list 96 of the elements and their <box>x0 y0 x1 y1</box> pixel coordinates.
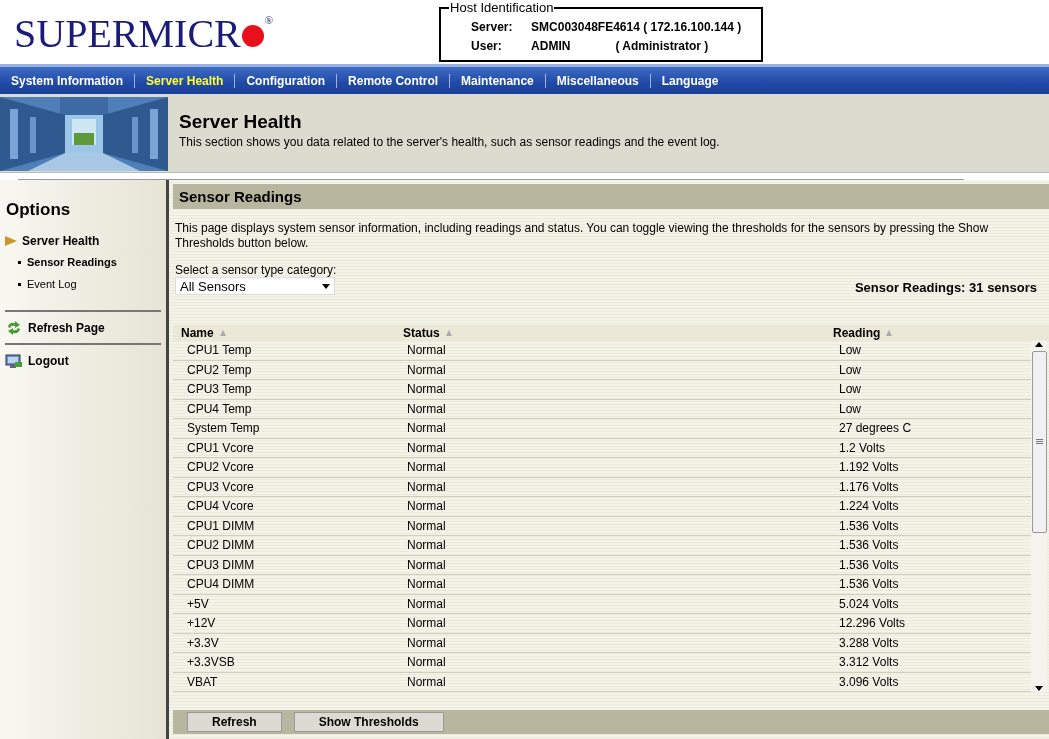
action-button[interactable]: Refresh <box>187 712 282 732</box>
table-cell-text: CPU4 DIMM <box>187 577 256 592</box>
table-cell-text: Normal <box>407 674 447 689</box>
table-cell-text: +3.3V <box>187 635 220 650</box>
sidebar-action[interactable]: Logout <box>5 353 69 369</box>
triangle-icon <box>5 235 17 247</box>
sidebar-section: Server Health <box>22 234 100 248</box>
table-cell-text: 1.176 Volts <box>839 479 900 494</box>
user-label: User: <box>471 39 503 53</box>
scrollbar[interactable] <box>1031 341 1047 692</box>
table-cell-text: CPU2 Temp <box>187 362 253 377</box>
table-cell-text: Normal <box>407 440 447 455</box>
sidebar-title: Options <box>6 200 72 220</box>
table-cell-text: +12V <box>187 616 217 631</box>
sort-icon <box>219 330 226 336</box>
table-cell-text: 3.096 Volts <box>839 674 900 689</box>
sidebar-action[interactable]: Refresh Page <box>5 320 105 336</box>
table-cell-text: Low <box>839 382 862 397</box>
menu-tab[interactable]: Maintenance <box>450 73 545 88</box>
table-cell-text: CPU1 Temp <box>187 343 253 358</box>
monitor-icon <box>5 353 23 369</box>
logo: SUPERMICR ® <box>14 14 274 54</box>
table-cell-text: +5V <box>187 596 210 611</box>
table-cell-text: Normal <box>407 557 447 572</box>
scroll-down-icon[interactable] <box>1035 686 1043 692</box>
table-cell-text: CPU4 Temp <box>187 401 253 416</box>
column-header[interactable]: Reading <box>833 326 1049 340</box>
table-cell-text: 1.536 Volts <box>839 577 900 592</box>
table-cell-text: CPU2 Vcore <box>187 460 255 475</box>
section-description: This section shows you data related to the server's health, such as sensor readings and the event log. <box>179 135 720 149</box>
section-title: Server Health <box>179 111 303 133</box>
action-button[interactable]: Show Thresholds <box>293 712 444 732</box>
table-cell-text: 1.192 Volts <box>839 460 900 475</box>
table-cell-text: System Temp <box>187 421 261 436</box>
column-header[interactable]: Name <box>181 326 403 340</box>
table-cell-text: Low <box>839 401 862 416</box>
user-value: ADMIN <box>531 39 571 53</box>
table-cell-text: Normal <box>407 499 447 514</box>
sensor-count: Sensor Readings: 31 sensors <box>854 280 1037 295</box>
server-value: SMC003048FE4614 ( 172.16.100.144 ) <box>531 20 743 34</box>
menu-tab[interactable]: Server Health <box>135 73 235 88</box>
table-cell-text: Normal <box>407 382 447 397</box>
sort-icon <box>445 330 452 336</box>
table-cell-text: Normal <box>407 343 447 358</box>
table-cell-text: 1.536 Volts <box>839 538 900 553</box>
table-cell-text: 1.2 Volts <box>839 440 887 455</box>
sidebar-link[interactable]: Event Log <box>18 276 77 292</box>
table-cell-text: Normal <box>407 362 447 377</box>
menu-tab[interactable]: Remote Control <box>337 73 450 88</box>
table-cell-text: 3.288 Volts <box>839 635 900 650</box>
table-cell-text: CPU1 DIMM <box>187 518 256 533</box>
table-cell-text: CPU4 Vcore <box>187 499 255 514</box>
table-cell-text: 1.536 Volts <box>839 518 900 533</box>
table-cell-text: CPU3 Vcore <box>187 479 255 494</box>
table-cell-text: 12.296 Volts <box>839 616 907 631</box>
refresh-icon <box>5 320 23 336</box>
table-cell-text: +3.3VSB <box>187 655 236 670</box>
table-cell-text: 1.224 Volts <box>839 499 900 514</box>
table-cell-text: Normal <box>407 401 447 416</box>
table-cell-text: Normal <box>407 655 447 670</box>
table-cell-text: 3.312 Volts <box>839 655 900 670</box>
caret-icon <box>322 283 330 289</box>
table-cell-text: 5.024 Volts <box>839 596 900 611</box>
grip-icon <box>1035 439 1043 444</box>
table-cell-text: Low <box>839 362 862 377</box>
table-cell-text: Normal <box>407 538 447 553</box>
table-cell-text: Normal <box>407 518 447 533</box>
table-cell-text: 27 degrees C <box>839 421 913 436</box>
table-cell-text: Normal <box>407 616 447 631</box>
sort-icon <box>886 330 893 336</box>
table-cell-text: Normal <box>407 460 447 475</box>
column-header[interactable]: Status <box>403 326 833 340</box>
table-cell-text: CPU3 DIMM <box>187 557 256 572</box>
role-value: ( Administrator ) <box>615 39 709 53</box>
table-cell-text: CPU3 Temp <box>187 382 253 397</box>
table-cell-text: VBAT <box>187 674 219 689</box>
table-cell-text: CPU1 Vcore <box>187 440 255 455</box>
sidebar-link[interactable]: Sensor Readings <box>18 254 117 270</box>
table-cell-text: Normal <box>407 596 447 611</box>
table-cell-text: Low <box>839 343 862 358</box>
table-cell-text: Normal <box>407 577 447 592</box>
menu-tab[interactable]: Language <box>650 73 730 88</box>
table-cell-text: CPU2 DIMM <box>187 538 256 553</box>
menu-tab[interactable]: Configuration <box>235 73 337 88</box>
table-cell-text: 1.536 Volts <box>839 557 900 572</box>
server-label: Server: <box>471 20 514 34</box>
menu-tab[interactable]: Miscellaneous <box>545 73 650 88</box>
panel-title: Sensor Readings <box>173 184 1049 209</box>
panel-description: This page displays system sensor information, including readings and status. You can toggle viewing the thresholds for the sensors by pressing the Show Thresholds button below. <box>175 221 990 251</box>
table-cell-text: Normal <box>407 635 447 650</box>
select-label: Select a sensor type category: <box>175 263 338 277</box>
category-dropdown[interactable]: All Sensors <box>175 277 335 295</box>
menu-tab[interactable]: System Information <box>0 73 135 88</box>
panel-legend: Host Identification <box>449 1 555 14</box>
table-cell-text: Normal <box>407 479 447 494</box>
table-cell-text: Normal <box>407 421 447 436</box>
